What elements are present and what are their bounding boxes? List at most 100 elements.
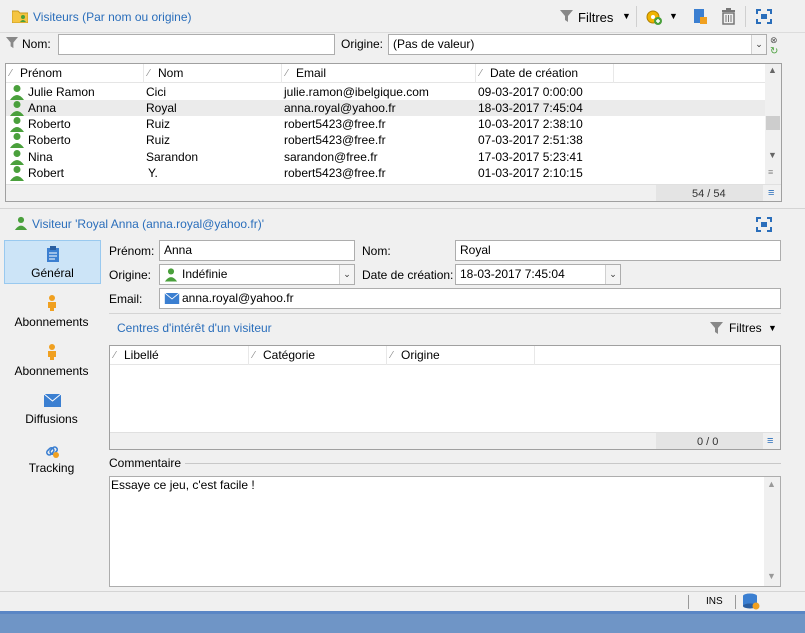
person-icon [14, 215, 28, 231]
person-icon [9, 100, 25, 116]
tab-tracking-label: Tracking [28, 461, 75, 475]
cell-prenom: Roberto [28, 117, 71, 131]
cell-prenom: Roberto [28, 133, 71, 147]
comment-textarea[interactable]: Essaye ce jeu, c'est facile ! ▲ ▼ [109, 476, 781, 587]
list-count: 54 / 54 [692, 188, 726, 200]
chevron-down-icon[interactable]: ▼ [669, 11, 678, 21]
filter-icon [6, 37, 18, 49]
cell-prenom: Robert [28, 166, 65, 180]
new-gear-icon[interactable] [645, 8, 663, 26]
interests-filters-button[interactable]: Filtres [729, 321, 762, 335]
cell-date: 17-03-2017 5:23:41 [478, 150, 583, 164]
chevron-down-icon[interactable]: ▼ [768, 323, 777, 333]
columns-menu-icon[interactable]: ≡ [768, 187, 774, 199]
scroll-down-icon[interactable]: ▼ [768, 150, 777, 160]
person-icon [9, 116, 25, 132]
column-header-email[interactable]: ⁄ Email [282, 64, 476, 83]
cell-email: robert5423@free.fr [284, 166, 386, 180]
interests-count: 0 / 0 [697, 436, 719, 448]
filter-icon[interactable] [710, 322, 723, 335]
origine-value: Indéfinie [182, 267, 228, 281]
list-title: Visiteurs (Par nom ou origine) [33, 10, 192, 24]
comment-scrollbar[interactable]: ▲ ▼ [764, 477, 780, 586]
maximize-icon[interactable] [756, 217, 772, 232]
date-value: 18-03-2017 7:45:04 [460, 267, 565, 281]
scroll-end-icon[interactable]: ≡ [768, 167, 773, 177]
prenom-field[interactable]: Anna [159, 240, 355, 261]
insert-mode-indicator: INS [706, 596, 723, 607]
cell-nom: Ruiz [146, 133, 171, 147]
filters-button[interactable]: Filtres [578, 10, 613, 25]
cell-nom: Sarandon [146, 150, 199, 164]
column-header-categorie[interactable]: ⁄ Catégorie [249, 346, 387, 365]
person-icon [9, 149, 25, 165]
table-row[interactable]: Roberto Ruiz robert5423@free.fr 10-03-20… [6, 116, 765, 132]
column-header-prenom[interactable]: ⁄ Prénom [6, 64, 144, 83]
cell-prenom: Julie Ramon [28, 85, 95, 99]
comment-divider [185, 463, 781, 464]
origin-select-value: (Pas de valeur) [393, 37, 475, 51]
email-value: anna.royal@yahoo.fr [182, 291, 294, 305]
date-select[interactable]: 18-03-2017 7:45:04 ⌄ [455, 264, 621, 285]
chevron-down-icon[interactable]: ▼ [622, 11, 631, 21]
name-label: Nom: [22, 37, 51, 51]
tab-general[interactable]: Général [4, 240, 101, 284]
chevron-down-icon[interactable]: ⌄ [339, 265, 354, 284]
toolbar-separator [745, 6, 746, 27]
column-header-date[interactable]: ⁄ Date de création [476, 64, 614, 83]
clear-icon[interactable]: ⊗ [770, 35, 778, 46]
tab-abonnements-1[interactable]: Abonnements [4, 292, 101, 334]
table-row[interactable]: Anna Royal anna.royal@yahoo.fr 18-03-201… [6, 100, 765, 116]
tab-abonnements-label: Abonnements [14, 315, 89, 329]
scroll-down-icon[interactable]: ▼ [767, 571, 776, 581]
cell-prenom: Nina [28, 150, 53, 164]
column-header-origine[interactable]: ⁄ Origine [387, 346, 535, 365]
edit-icon[interactable] [692, 8, 708, 25]
interests-header-row: ⁄ Libellé ⁄ Catégorie ⁄ Origine [110, 346, 780, 365]
tab-tracking[interactable]: Tracking [4, 440, 101, 482]
subscription-icon [47, 295, 57, 311]
window-frame-bottom [0, 611, 805, 633]
database-icon[interactable] [742, 593, 760, 610]
chevron-down-icon[interactable]: ⌄ [751, 35, 766, 54]
interests-title: Centres d'intérêt d'un visiteur [117, 321, 272, 335]
tab-abonnements-2[interactable]: Abonnements [4, 341, 101, 383]
top-toolbar: Visiteurs (Par nom ou origine) Filtres ▼… [0, 0, 805, 33]
folder-person-icon [11, 9, 29, 24]
column-header-libelle[interactable]: ⁄ Libellé [110, 346, 249, 365]
origine-select[interactable]: Indéfinie ⌄ [159, 264, 355, 285]
table-row[interactable]: Robert Y. robert5423@free.fr 01-03-2017 … [6, 165, 765, 181]
table-row[interactable]: Julie Ramon Cici julie.ramon@ibelgique.c… [6, 84, 765, 100]
detail-title: Visiteur 'Royal Anna (anna.royal@yahoo.f… [32, 217, 264, 231]
origin-label: Origine: [341, 37, 384, 51]
scroll-up-icon[interactable]: ▲ [768, 65, 777, 75]
cell-prenom: Anna [28, 101, 57, 115]
cell-email: anna.royal@yahoo.fr [284, 101, 396, 115]
table-row[interactable]: Nina Sarandon sarandon@free.fr 17-03-201… [6, 149, 765, 165]
list-scrollbar[interactable]: ▲ ▼ ≡ [765, 64, 781, 184]
refresh-icon[interactable]: ↻ [770, 46, 778, 57]
scroll-thumb[interactable] [766, 116, 780, 130]
column-header-nom[interactable]: ⁄ Nom [144, 64, 282, 83]
filter-icon[interactable] [560, 10, 573, 23]
mail-icon [164, 292, 180, 304]
columns-menu-icon[interactable]: ≡ [767, 435, 773, 447]
mail-icon [43, 393, 62, 407]
email-label: Email: [109, 292, 143, 306]
person-icon [9, 84, 25, 100]
detail-header: Visiteur 'Royal Anna (anna.royal@yahoo.f… [0, 208, 805, 236]
list-footer: 54 / 54 ≡ [6, 184, 781, 201]
chevron-down-icon[interactable]: ⌄ [605, 265, 620, 284]
trash-icon[interactable] [721, 8, 736, 25]
tab-diffusions[interactable]: Diffusions [4, 391, 101, 433]
table-row[interactable]: Roberto Ruiz robert5423@free.fr 07-03-20… [6, 132, 765, 148]
email-field[interactable]: anna.royal@yahoo.fr [159, 288, 781, 309]
status-separator [735, 595, 736, 609]
maximize-icon[interactable] [756, 9, 772, 24]
name-search-input[interactable] [58, 34, 335, 55]
nom-field[interactable]: Royal [455, 240, 781, 261]
date-label: Date de création: [362, 268, 454, 282]
origin-select[interactable]: (Pas de valeur) ⌄ [388, 34, 767, 55]
nom-label: Nom: [362, 244, 391, 258]
scroll-up-icon[interactable]: ▲ [767, 479, 776, 489]
